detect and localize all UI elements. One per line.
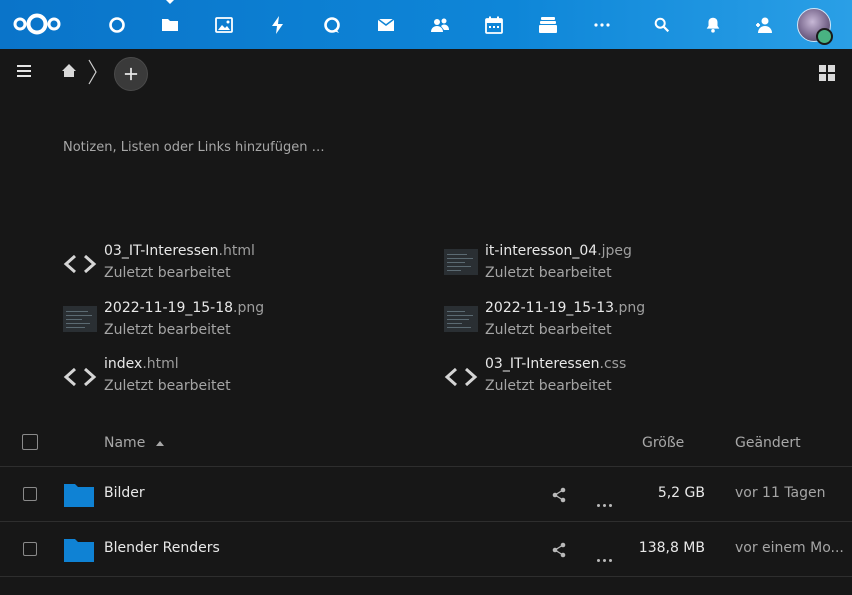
image-thumbnail <box>444 306 478 332</box>
recent-file-item[interactable]: 2022-11-19_15-13.png Zuletzt bearbeitet <box>444 300 804 344</box>
photos-icon[interactable] <box>211 12 237 38</box>
recent-file-subtitle: Zuletzt bearbeitet <box>485 378 612 394</box>
file-modified: vor einem Mo... <box>735 540 844 556</box>
search-icon[interactable] <box>649 12 675 38</box>
folder-icon <box>64 484 94 507</box>
grid-view-toggle-icon[interactable] <box>819 65 835 81</box>
recent-file-name: it-interesson_04.jpeg <box>485 243 632 259</box>
online-status-icon <box>816 28 833 45</box>
folder-icon <box>64 539 94 562</box>
recent-file-name: 03_IT-Interessen.css <box>485 356 627 372</box>
deck-icon[interactable] <box>535 12 561 38</box>
image-thumbnail <box>444 249 478 275</box>
recent-file-item[interactable]: index.html Zuletzt bearbeitet <box>63 356 423 400</box>
recent-file-subtitle: Zuletzt bearbeitet <box>104 378 231 394</box>
file-name[interactable]: Blender Renders <box>104 540 220 556</box>
recent-file-item[interactable]: 03_IT-Interessen.html Zuletzt bearbeitet <box>63 243 423 287</box>
code-file-icon <box>444 367 478 387</box>
talk-icon[interactable] <box>319 12 345 38</box>
file-row[interactable]: Bilder 5,2 GB vor 11 Tagen <box>0 467 852 522</box>
plus-icon <box>124 67 138 81</box>
column-header-modified[interactable]: Geändert <box>735 435 801 451</box>
image-thumbnail <box>63 306 97 332</box>
recent-file-subtitle: Zuletzt bearbeitet <box>485 322 612 338</box>
share-icon[interactable] <box>551 542 567 558</box>
dashboard-icon[interactable] <box>104 12 130 38</box>
share-icon[interactable] <box>551 487 567 503</box>
contacts-icon[interactable] <box>427 12 453 38</box>
file-row[interactable]: Blender Renders 138,8 MB vor einem Mo... <box>0 522 852 577</box>
file-size: 5,2 GB <box>657 485 705 501</box>
calendar-icon[interactable] <box>481 12 507 38</box>
mail-icon[interactable] <box>373 12 399 38</box>
recent-file-subtitle: Zuletzt bearbeitet <box>104 322 231 338</box>
file-list-header: Name Größe Geändert <box>0 422 852 467</box>
top-header <box>0 0 852 49</box>
sort-ascending-icon <box>156 441 164 446</box>
recent-file-item[interactable]: 03_IT-Interessen.css Zuletzt bearbeitet <box>444 356 804 400</box>
activity-icon[interactable] <box>265 12 291 38</box>
recent-file-name: 2022-11-19_15-13.png <box>485 300 646 316</box>
navigation-toggle-icon[interactable] <box>17 65 31 77</box>
recent-file-name: 03_IT-Interessen.html <box>104 243 255 259</box>
file-name[interactable]: Bilder <box>104 485 145 501</box>
contacts-menu-icon[interactable] <box>751 12 777 38</box>
column-header-name[interactable]: Name <box>104 435 145 451</box>
file-modified: vor 11 Tagen <box>735 485 826 501</box>
column-header-size[interactable]: Größe <box>642 435 684 451</box>
recent-file-item[interactable]: it-interesson_04.jpeg Zuletzt bearbeitet <box>444 243 804 287</box>
recent-file-subtitle: Zuletzt bearbeitet <box>104 265 231 281</box>
recent-file-item[interactable]: 2022-11-19_15-18.png Zuletzt bearbeitet <box>63 300 423 344</box>
more-apps-icon[interactable] <box>589 12 615 38</box>
file-size: 138,8 MB <box>638 540 705 556</box>
more-actions-icon[interactable] <box>597 492 615 507</box>
more-actions-icon[interactable] <box>597 547 615 562</box>
folder-notes-placeholder[interactable]: Notizen, Listen oder Links hinzufügen … <box>63 140 325 155</box>
breadcrumb-separator-icon <box>88 59 97 85</box>
code-file-icon <box>63 254 97 274</box>
new-file-button[interactable] <box>114 57 148 91</box>
row-checkbox[interactable] <box>23 542 37 556</box>
recent-file-name: index.html <box>104 356 179 372</box>
files-toolbar <box>0 49 852 95</box>
recent-file-subtitle: Zuletzt bearbeitet <box>485 265 612 281</box>
nextcloud-logo[interactable] <box>12 10 62 38</box>
home-icon[interactable] <box>61 63 77 79</box>
row-checkbox[interactable] <box>23 487 37 501</box>
recent-file-name: 2022-11-19_15-18.png <box>104 300 265 316</box>
files-icon[interactable] <box>157 0 183 38</box>
notifications-bell-icon[interactable] <box>700 12 726 38</box>
code-file-icon <box>63 367 97 387</box>
select-all-checkbox[interactable] <box>22 434 38 450</box>
